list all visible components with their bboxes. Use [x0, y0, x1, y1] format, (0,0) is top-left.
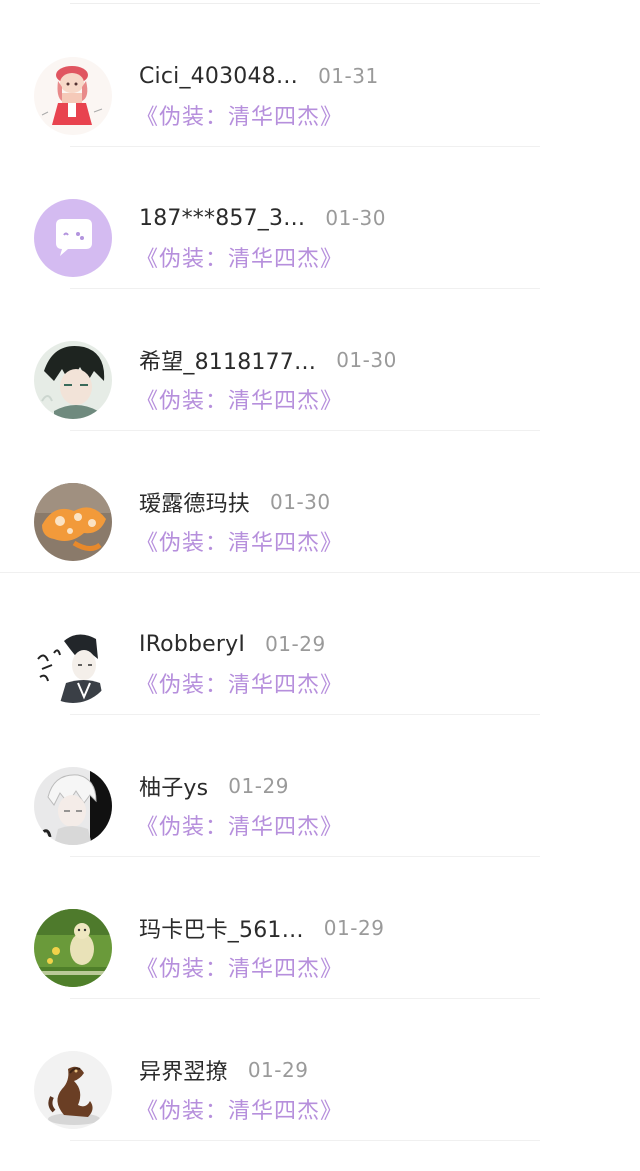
comment-date: 01-31: [318, 64, 379, 88]
name-row: 柚子ys 01-29: [139, 769, 289, 803]
name-row: 异界翌撩 01-29: [139, 1053, 308, 1087]
list-item[interactable]: 玛卡巴卡_561… 01-29 《伪装：清华四杰》: [0, 857, 640, 999]
girl-red-hat-avatar[interactable]: [34, 57, 112, 135]
book-title-link[interactable]: 《伪装：清华四杰》: [136, 383, 343, 415]
default-chat-bubble-avatar[interactable]: [34, 199, 112, 277]
book-title-link[interactable]: 《伪装：清华四杰》: [136, 241, 343, 273]
comment-date: 01-30: [325, 206, 387, 230]
username[interactable]: 瑷露德玛扶: [139, 486, 250, 518]
username[interactable]: 希望_8118177…: [139, 344, 316, 376]
anime-boy-avatar[interactable]: [34, 341, 112, 419]
list-item[interactable]: 187***857_3… 01-30 《伪装：清华四杰》: [0, 147, 640, 289]
divider: [70, 1140, 540, 1141]
name-row: Cici_403048… 01-31: [139, 59, 379, 93]
white-hair-boy-avatar[interactable]: [34, 767, 112, 845]
username[interactable]: 玛卡巴卡_561…: [139, 912, 304, 944]
username[interactable]: Cici_403048…: [139, 64, 298, 89]
sketch-boy-avatar[interactable]: [34, 625, 112, 703]
comment-date: 01-30: [336, 348, 397, 372]
username[interactable]: 异界翌撩: [139, 1054, 228, 1086]
list-item[interactable]: 瑷露德玛扶 01-30 《伪装：清华四杰》: [0, 431, 640, 573]
list-item[interactable]: 希望_8118177… 01-30 《伪装：清华四杰》: [0, 289, 640, 431]
name-row: 玛卡巴卡_561… 01-29: [139, 911, 384, 945]
comment-date: 01-29: [323, 916, 385, 940]
username[interactable]: IRobberyI: [139, 632, 245, 657]
username[interactable]: 柚子ys: [139, 770, 208, 802]
book-title-link[interactable]: 《伪装：清华四杰》: [136, 809, 343, 841]
comment-date: 01-29: [228, 774, 289, 798]
name-row: 瑷露德玛扶 01-30: [139, 485, 331, 519]
book-title-link[interactable]: 《伪装：清华四杰》: [136, 951, 343, 983]
list-item[interactable]: 异界翌撩 01-29 《伪装：清华四杰》: [0, 999, 640, 1141]
list-item[interactable]: 柚子ys 01-29 《伪装：清华四杰》: [0, 715, 640, 857]
list-item[interactable]: IRobberyI 01-29 《伪装：清华四杰》: [0, 573, 640, 715]
green-field-creature-avatar[interactable]: [34, 909, 112, 987]
book-title-link[interactable]: 《伪装：清华四杰》: [136, 525, 343, 557]
name-row: IRobberyI 01-29: [139, 627, 326, 661]
top-divider: [70, 3, 540, 4]
book-title-link[interactable]: 《伪装：清华四杰》: [136, 667, 343, 699]
bronze-dragon-avatar[interactable]: [34, 1051, 112, 1129]
orange-flower-avatar[interactable]: [34, 483, 112, 561]
comment-date: 01-30: [270, 490, 331, 514]
username[interactable]: 187***857_3…: [139, 206, 305, 231]
book-title-link[interactable]: 《伪装：清华四杰》: [136, 99, 343, 131]
book-title-link[interactable]: 《伪装：清华四杰》: [136, 1093, 343, 1125]
name-row: 187***857_3… 01-30: [139, 201, 386, 235]
comment-list: Cici_403048… 01-31 《伪装：清华四杰》 187***857_3…: [0, 0, 640, 1171]
list-item[interactable]: Cici_403048… 01-31 《伪装：清华四杰》: [0, 5, 640, 147]
comment-date: 01-29: [265, 632, 326, 656]
comment-date: 01-29: [247, 1058, 309, 1082]
name-row: 希望_8118177… 01-30: [139, 343, 397, 377]
